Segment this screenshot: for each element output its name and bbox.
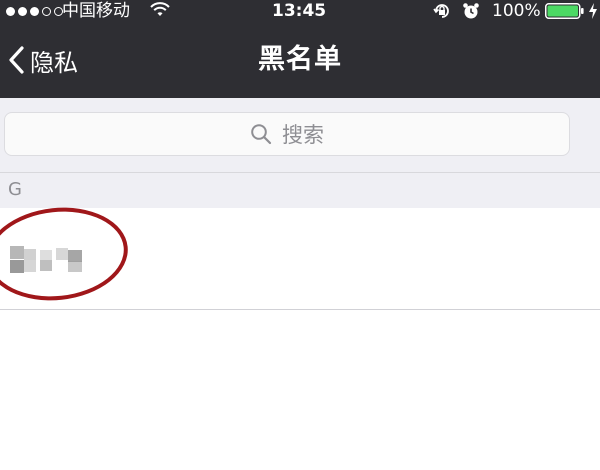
annotation-circle xyxy=(0,200,133,308)
back-button-label: 隐私 xyxy=(30,48,78,77)
empty-list-area xyxy=(0,310,600,470)
section-index-letter: G xyxy=(8,179,22,200)
status-time: 13:45 xyxy=(272,1,327,21)
search-area: 搜索 xyxy=(0,98,600,172)
chevron-left-icon xyxy=(9,46,24,74)
back-button[interactable]: 隐私 xyxy=(8,22,78,98)
list-item[interactable] xyxy=(0,200,600,310)
section-header: G xyxy=(0,172,600,208)
status-bar: 中国移动 13:45 100% xyxy=(0,0,600,22)
alarm-icon xyxy=(462,2,480,24)
charging-bolt-icon xyxy=(588,2,598,24)
carrier-label: 中国移动 xyxy=(62,1,130,21)
search-input[interactable]: 搜索 xyxy=(4,112,570,156)
rotation-lock-icon xyxy=(432,2,452,24)
search-icon xyxy=(251,124,272,145)
signal-strength-icon xyxy=(6,0,63,22)
search-placeholder: 搜索 xyxy=(282,123,324,147)
battery-percentage: 100% xyxy=(492,1,541,21)
wifi-icon xyxy=(150,2,170,24)
navigation-bar: 黑名单 隐私 xyxy=(0,22,600,98)
page-title: 黑名单 xyxy=(258,44,342,75)
